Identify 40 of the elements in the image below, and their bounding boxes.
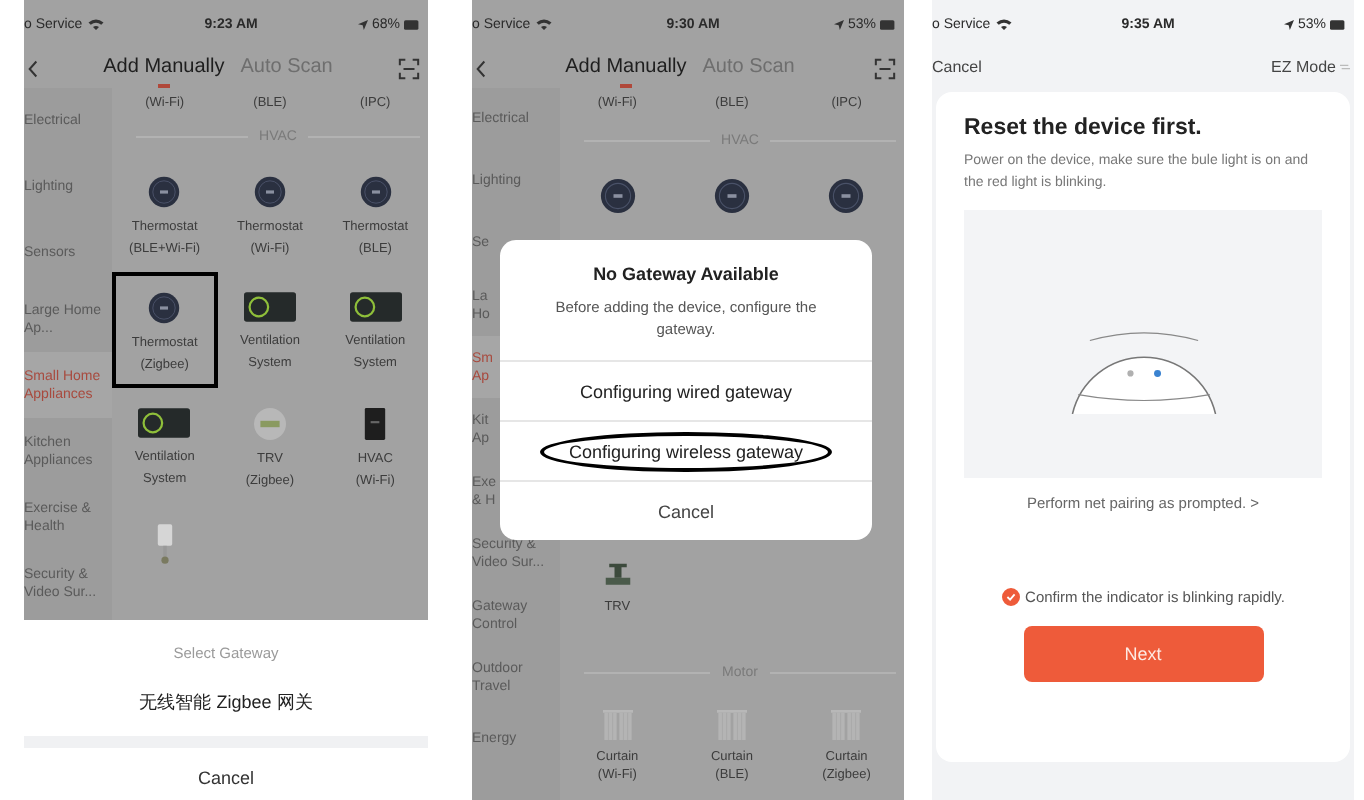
battery-icon — [404, 19, 420, 29]
wifi-icon — [88, 18, 105, 30]
thermostat-icon[interactable] — [599, 178, 636, 214]
dialog-option[interactable]: Configuring wired gateway — [551, 371, 821, 411]
checkbox[interactable] — [1001, 588, 1020, 606]
ventilation-icon[interactable] — [138, 408, 191, 438]
wifi-icon — [996, 18, 1013, 30]
scan-icon[interactable] — [874, 57, 896, 79]
thermostat-icon[interactable] — [146, 176, 183, 208]
wifi-icon — [536, 18, 553, 30]
location-icon — [357, 19, 368, 29]
location-icon — [833, 19, 844, 29]
battery-icon — [880, 19, 896, 29]
gateway-option[interactable]: 无线智能 Zigbee 网关 — [139, 678, 313, 728]
tab[interactable]: Add Manually — [103, 52, 225, 84]
next-button[interactable]: Next — [1023, 626, 1263, 682]
ventilation-icon[interactable] — [349, 292, 402, 322]
ez-mode-link[interactable]: EZ Mode — [1271, 57, 1336, 75]
thermostat-icon[interactable] — [251, 176, 288, 208]
back-icon[interactable] — [476, 59, 486, 77]
ventilation-icon[interactable] — [243, 292, 296, 322]
plug-icon[interactable] — [155, 524, 174, 564]
scan-icon[interactable] — [398, 57, 420, 79]
tab[interactable]: Add Manually — [565, 52, 687, 84]
thermostat-icon[interactable] — [828, 178, 865, 214]
thermostat-icon[interactable] — [146, 292, 183, 324]
thermostat-icon[interactable] — [357, 176, 394, 208]
circled-dialog-option[interactable]: Configuring wireless gateway — [540, 431, 832, 471]
location-icon — [1283, 19, 1294, 29]
valve-icon[interactable] — [603, 562, 632, 590]
dialog-option[interactable]: Cancel — [629, 491, 742, 531]
cancel-link[interactable]: Cancel — [932, 57, 982, 75]
battery-icon — [1330, 19, 1346, 29]
back-icon[interactable] — [28, 59, 38, 77]
hvac-panel-icon[interactable] — [362, 408, 389, 440]
lines-icon — [1340, 61, 1350, 71]
thermostat-icon[interactable] — [713, 178, 750, 214]
dialog-title: No Gateway Available — [591, 262, 781, 288]
cancel-button[interactable]: Cancel — [197, 748, 254, 800]
card-title: Reset the device first. — [964, 116, 1204, 140]
